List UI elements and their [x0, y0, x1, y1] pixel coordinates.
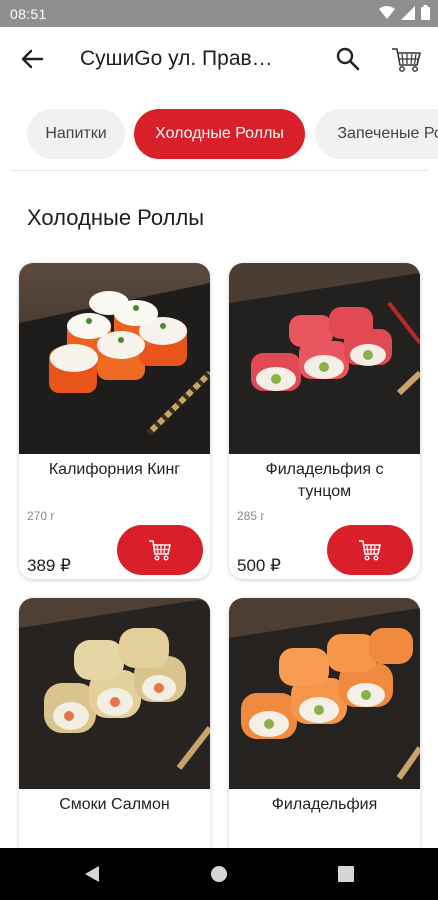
product-card[interactable]: Филадельфия — [229, 598, 420, 858]
product-weight: 270 г — [27, 509, 55, 523]
product-name: Смоки Салмон — [59, 796, 170, 813]
home-circle-icon[interactable] — [210, 865, 228, 883]
tab-cold-rolls[interactable]: Холодные Роллы — [134, 109, 305, 159]
product-card[interactable]: Калифорния Кинг 270 г 389 ₽ — [19, 263, 210, 579]
back-triangle-icon[interactable] — [84, 865, 100, 883]
product-photo — [229, 263, 420, 454]
cart-icon[interactable] — [390, 44, 422, 74]
add-to-cart-button[interactable] — [117, 525, 203, 575]
product-name: Калифорния Кинг — [48, 461, 181, 478]
product-name: Филадельфия — [271, 796, 378, 813]
section-title: Холодные Роллы — [27, 205, 205, 230]
tab-napitki[interactable]: Напитки — [27, 109, 125, 159]
category-tabs: Напитки Холодные Роллы Запеченые Роллы — [0, 106, 438, 162]
product-name: Филадельфия с тунцом — [265, 461, 384, 500]
cart-icon — [359, 540, 381, 561]
page-title: СушиGo ул. Прав… — [80, 47, 273, 70]
status-time: 08:51 — [10, 6, 47, 22]
product-photo — [229, 598, 420, 789]
back-arrow-icon[interactable] — [18, 45, 46, 73]
tab-baked-rolls[interactable]: Запеченые Роллы — [315, 109, 438, 159]
cart-icon — [149, 540, 171, 561]
status-bar: 08:51 — [0, 0, 438, 27]
search-icon[interactable] — [334, 45, 362, 73]
status-icons — [379, 5, 430, 20]
battery-icon — [421, 5, 430, 20]
product-weight: 285 г — [237, 509, 265, 523]
add-to-cart-button[interactable] — [327, 525, 413, 575]
product-card[interactable]: Смоки Салмон — [19, 598, 210, 858]
product-price: 500 ₽ — [237, 556, 281, 575]
product-card[interactable]: Филадельфия с тунцом 285 г 500 ₽ — [229, 263, 420, 579]
system-nav-bar — [0, 848, 438, 900]
product-photo — [19, 263, 210, 454]
divider — [10, 170, 428, 171]
recents-square-icon[interactable] — [338, 866, 354, 882]
product-price: 389 ₽ — [27, 556, 71, 575]
wifi-icon — [379, 5, 395, 19]
app-bar: СушиGo ул. Прав… — [0, 27, 438, 91]
signal-icon — [401, 5, 415, 20]
product-photo — [19, 598, 210, 789]
